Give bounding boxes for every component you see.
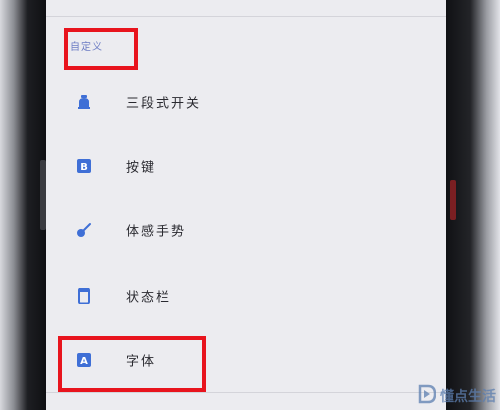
highlight-box-header [64, 28, 138, 70]
watermark: 懂点生活 [418, 384, 496, 408]
photo-frame: 自定义 三段式开关 B 按键 体感手势 状态栏 A 字体 懂点生活 [0, 0, 500, 410]
menu-item-label: 状态栏 [126, 290, 172, 306]
highlight-box-font [58, 336, 206, 392]
menu-item-gestures[interactable]: 体感手势 [46, 206, 446, 254]
status-bar-icon [76, 287, 92, 305]
menu-item-label: 体感手势 [126, 224, 187, 240]
phone-power-button [450, 180, 456, 220]
menu-item-label: 三段式开关 [126, 96, 202, 112]
watermark-logo-icon [418, 384, 437, 408]
key-b-icon: B [76, 158, 92, 174]
divider [46, 16, 446, 17]
menu-item-buttons[interactable]: B 按键 [46, 142, 446, 190]
menu-item-label: 按键 [126, 160, 157, 176]
svg-text:B: B [80, 162, 88, 173]
watermark-text: 懂点生活 [440, 389, 496, 405]
menu-item-status-bar[interactable]: 状态栏 [46, 272, 446, 320]
menu-item-alert-slider[interactable]: 三段式开关 [46, 78, 446, 126]
gesture-icon [76, 222, 92, 238]
divider [46, 392, 446, 393]
alert-slider-icon [76, 94, 92, 110]
